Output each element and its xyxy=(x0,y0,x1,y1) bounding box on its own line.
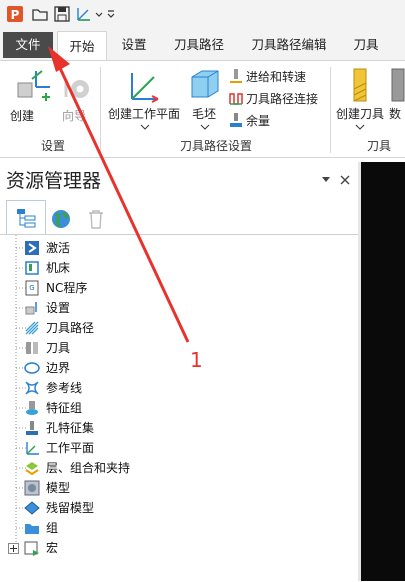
tree-item-label: 机床 xyxy=(46,261,71,275)
axis-icon[interactable] xyxy=(75,5,93,23)
explorer-tree: 激活 机床 G NC程序 设置 刀具路径 刀具 边界 参考线 特征组 孔特征集 … xyxy=(0,234,360,582)
toolpath-icon xyxy=(25,321,39,335)
boundary-icon xyxy=(24,362,40,374)
setup-icon xyxy=(25,302,37,315)
pattern-icon xyxy=(25,381,39,395)
app-logo-icon[interactable]: P xyxy=(6,5,24,23)
create-tool-button[interactable]: 创建刀具 xyxy=(334,65,386,135)
ribbon-panel: 创建 向导 设置 创建工作平面 毛坯 进给和转速 刀具路径连接 余量 刀具路径设… xyxy=(0,60,405,158)
group-separator xyxy=(100,67,101,153)
quick-access-toolbar: P xyxy=(0,0,405,30)
setup-create-icon xyxy=(17,70,50,101)
close-icon[interactable] xyxy=(340,175,350,185)
tree-item-label: NC程序 xyxy=(46,281,88,295)
explorer-title: 资源管理器 xyxy=(6,170,102,192)
workplane-icon xyxy=(26,442,39,455)
setup-wizard-label: 向导 xyxy=(62,109,87,123)
tool-database-label: 数 xyxy=(389,107,402,121)
trash-icon[interactable] xyxy=(86,208,106,230)
create-workplane-button[interactable]: 创建工作平面 xyxy=(104,65,184,135)
graphics-viewport[interactable] xyxy=(361,162,405,581)
explorer-header: 资源管理器 xyxy=(0,162,360,196)
create-setup-label: 创建 xyxy=(10,109,35,123)
create-setup-button[interactable]: 创建 xyxy=(8,65,54,127)
block-button[interactable]: 毛坯 xyxy=(186,65,224,135)
plus-icon xyxy=(10,545,17,552)
group-label-tool: 刀具 xyxy=(366,139,391,153)
tree-item-label: 宏 xyxy=(46,541,59,555)
globe-icon[interactable] xyxy=(50,208,72,230)
thickness-icon xyxy=(230,113,242,127)
create-workplane-label: 创建工作平面 xyxy=(108,107,181,121)
chevron-down-icon xyxy=(140,124,150,130)
group-folder-icon xyxy=(25,524,39,534)
tool-icon xyxy=(26,342,38,354)
panel-menu-icon[interactable] xyxy=(321,175,331,185)
thickness-label: 余量 xyxy=(246,114,271,128)
group-label-setup: 设置 xyxy=(40,139,65,153)
tab-setup[interactable]: 设置 xyxy=(112,30,156,60)
tab-file[interactable]: 文件 xyxy=(3,32,53,58)
stock-model-icon xyxy=(24,501,40,515)
tree-item-label: 残留模型 xyxy=(46,501,95,515)
machine-icon xyxy=(25,261,39,275)
tree-item-label: 设置 xyxy=(46,301,71,315)
nc-program-icon: G xyxy=(25,280,39,296)
tool-endmill-icon xyxy=(353,68,367,102)
feature-set-icon xyxy=(26,401,38,415)
tool-database-icon xyxy=(391,68,405,102)
tree-item-label: 孔特征集 xyxy=(46,421,95,435)
tree-item-label: 刀具路径 xyxy=(46,321,95,335)
chevron-down-icon[interactable] xyxy=(94,5,104,23)
tool-database-button[interactable]: 数 xyxy=(388,65,405,135)
setup-wizard-button: 向导 xyxy=(56,65,96,127)
customize-icon[interactable] xyxy=(106,5,116,23)
create-tool-label: 创建刀具 xyxy=(336,107,385,121)
tree-item-label: 模型 xyxy=(46,481,71,495)
toolpath-connections-button[interactable]: 刀具路径连接 xyxy=(228,89,328,107)
group-separator xyxy=(330,67,331,153)
feeds-speeds-label: 进给和转速 xyxy=(246,70,307,84)
hole-feature-icon xyxy=(26,421,38,435)
feeds-speeds-button[interactable]: 进给和转速 xyxy=(228,67,328,85)
tab-start[interactable]: 开始 xyxy=(57,31,107,61)
thickness-button[interactable]: 余量 xyxy=(228,111,328,129)
tab-toolpath-editing[interactable]: 刀具路径编辑 xyxy=(242,30,336,60)
tree-item-label: 刀具 xyxy=(46,341,71,355)
tree-item-label: 参考线 xyxy=(46,381,83,395)
annotation-number: 1 xyxy=(190,348,203,372)
tree-item-label: 组 xyxy=(46,521,59,535)
activate-icon xyxy=(25,241,39,255)
tree-item-label: 边界 xyxy=(46,361,71,375)
toolpath-connections-icon xyxy=(229,93,243,105)
open-folder-icon[interactable] xyxy=(31,5,49,23)
tab-tool[interactable]: 刀具 xyxy=(344,30,388,60)
block-cube-icon xyxy=(191,70,219,98)
tree-item-label: 特征组 xyxy=(46,401,83,415)
workplane-axis-icon xyxy=(131,73,159,103)
model-icon xyxy=(24,480,40,496)
levels-icon xyxy=(25,462,39,476)
svg-text:P: P xyxy=(11,8,20,22)
tree-item-label: 工作平面 xyxy=(46,441,95,455)
chevron-down-icon xyxy=(200,124,210,130)
tab-toolpaths[interactable]: 刀具路径 xyxy=(164,30,234,60)
tree-item-label: 层、组合和夹持 xyxy=(46,461,131,475)
explorer-tree-tab[interactable] xyxy=(6,200,46,235)
svg-text:G: G xyxy=(29,284,34,292)
toolpath-connections-label: 刀具路径连接 xyxy=(246,92,319,106)
ribbon-tab-bar: 文件 开始 设置 刀具路径 刀具路径编辑 刀具 xyxy=(0,30,405,61)
block-label: 毛坯 xyxy=(192,107,217,121)
macro-icon xyxy=(24,541,39,556)
save-icon[interactable] xyxy=(53,5,71,23)
chevron-down-icon xyxy=(355,124,365,130)
tree-item-label: 激活 xyxy=(46,241,71,255)
expand-toggle[interactable] xyxy=(8,543,19,554)
wizard-gear-icon xyxy=(64,79,89,98)
explorer-toolbar xyxy=(0,198,360,235)
tree-view-icon xyxy=(17,209,36,228)
group-label-toolpath-setup: 刀具路径设置 xyxy=(179,139,252,153)
feeds-speeds-icon xyxy=(230,69,242,83)
